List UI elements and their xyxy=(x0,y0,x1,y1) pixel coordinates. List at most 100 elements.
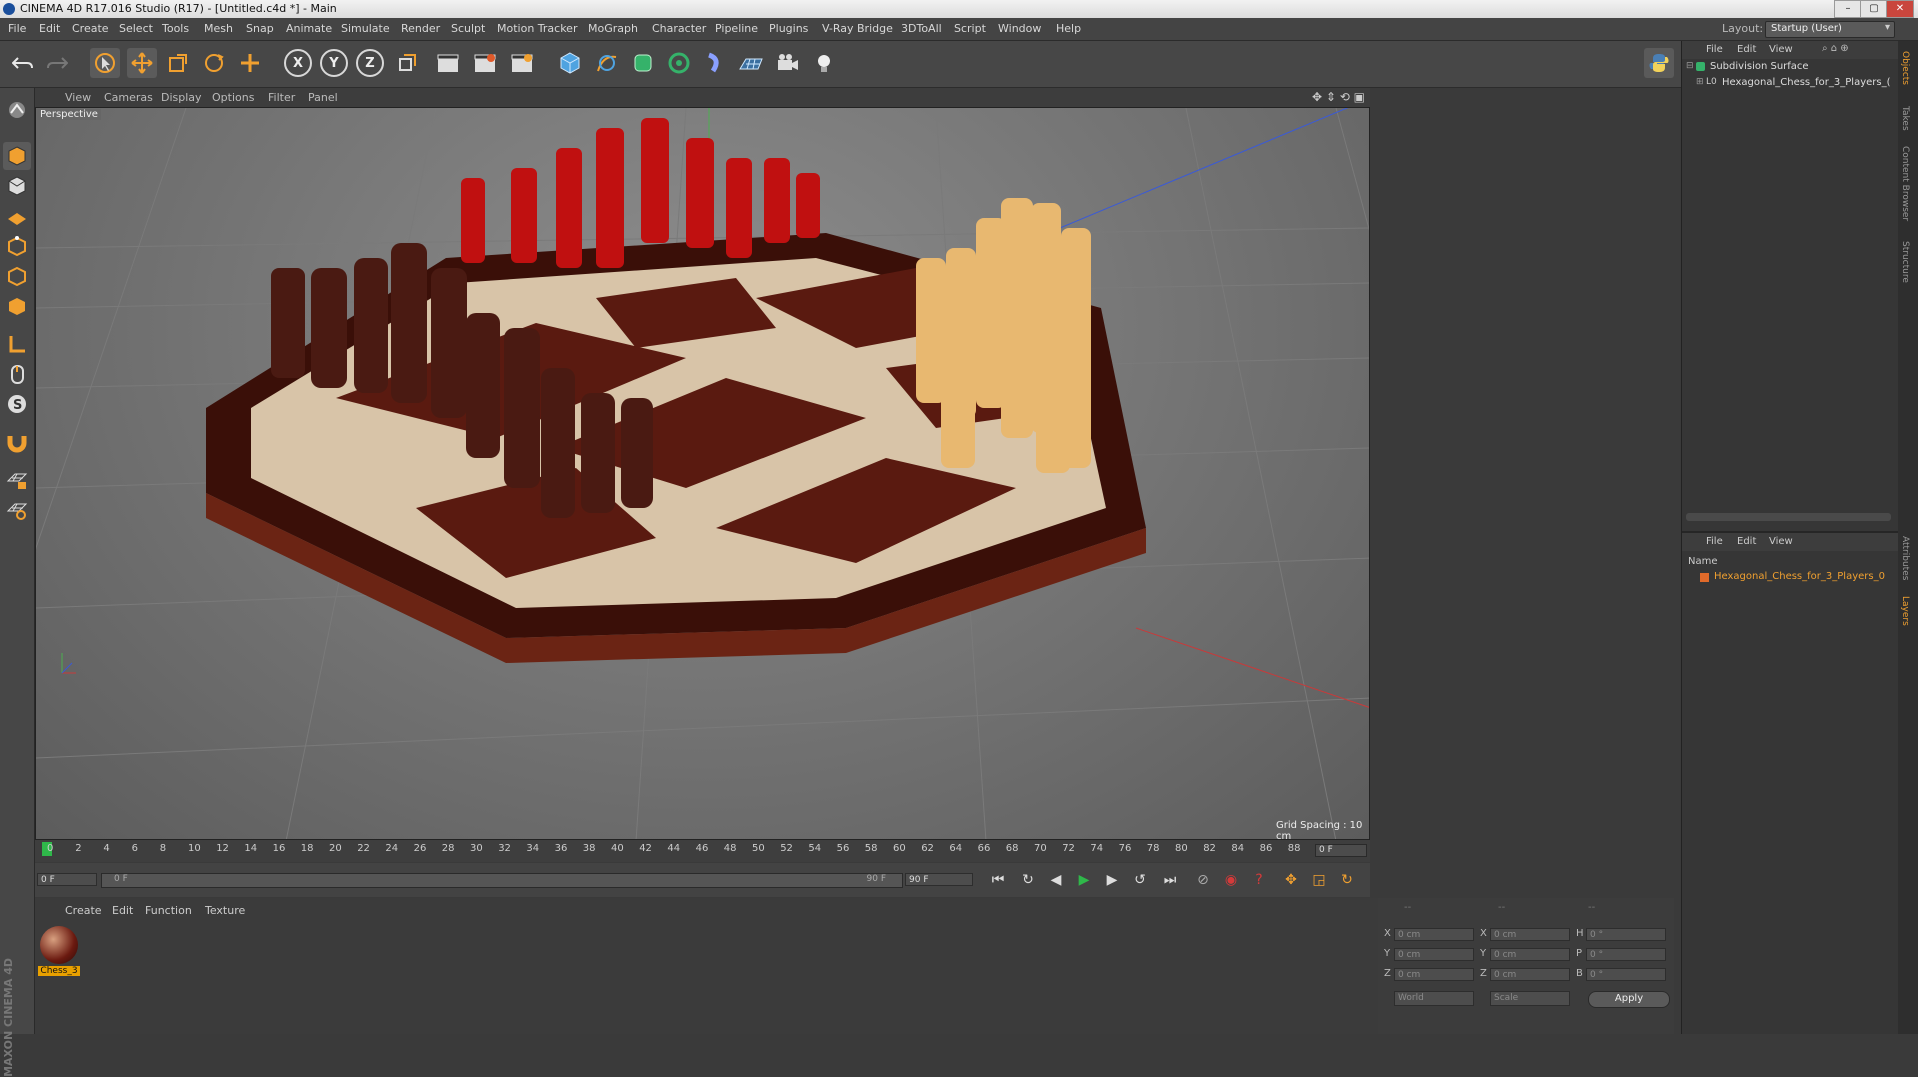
coordinate-mode-dropdown[interactable]: World xyxy=(1394,991,1474,1006)
viewport-menu-options[interactable]: Options xyxy=(212,91,254,104)
key-rotation-button[interactable]: ↻ xyxy=(1334,867,1360,893)
floor-button[interactable] xyxy=(736,48,766,78)
menu-snap[interactable]: Snap xyxy=(246,22,274,35)
size-y-field[interactable]: 0 cm xyxy=(1490,948,1570,961)
menu-mograph[interactable]: MoGraph xyxy=(588,22,638,35)
end-frame-field[interactable]: 90 F xyxy=(905,873,973,886)
menu-script[interactable]: Script xyxy=(954,22,986,35)
layers-menu-file[interactable]: File xyxy=(1706,536,1723,547)
edges-mode-button[interactable] xyxy=(3,262,31,290)
size-z-field[interactable]: 0 cm xyxy=(1490,968,1570,981)
move-tool-button[interactable] xyxy=(127,48,157,78)
viewport-menu-view[interactable]: View xyxy=(65,91,91,104)
material-menu-texture[interactable]: Texture xyxy=(205,904,245,917)
scale-tool-button[interactable] xyxy=(163,48,193,78)
viewport-navigation-icons[interactable]: ✥ ⇕ ⟲ ▣ xyxy=(1312,90,1365,104)
pos-z-field[interactable]: 0 cm xyxy=(1394,968,1474,981)
key-position-button[interactable]: ✥ xyxy=(1278,867,1304,893)
menu-3dtoall[interactable]: 3DToAll xyxy=(901,22,942,35)
live-selection-button[interactable] xyxy=(90,48,120,78)
maximize-button[interactable]: ▢ xyxy=(1860,0,1888,18)
tweak-mode-button[interactable] xyxy=(3,360,31,388)
x-axis-button[interactable]: X xyxy=(283,48,313,78)
tab-structure[interactable]: Structure xyxy=(1900,241,1910,283)
object-row-subdivision-surface[interactable]: ⊟ Subdivision Surface xyxy=(1686,61,1896,75)
objects-search-icon[interactable]: ⌕ ⌂ ⊕ xyxy=(1822,43,1849,54)
make-editable-button[interactable] xyxy=(3,96,31,124)
spline-pen-button[interactable] xyxy=(592,48,622,78)
menu-help[interactable]: Help xyxy=(1056,22,1081,35)
next-key-button[interactable]: ↺ xyxy=(1127,867,1153,893)
objects-menu-edit[interactable]: Edit xyxy=(1737,44,1756,55)
perspective-viewport[interactable]: Perspective Grid Spacing : 10 cm xyxy=(35,107,1370,840)
redo-button[interactable] xyxy=(42,48,72,78)
objects-menu-view[interactable]: View xyxy=(1769,44,1793,55)
layer-row[interactable]: Hexagonal_Chess_for_3_Players_0 xyxy=(1696,571,1896,585)
size-x-field[interactable]: 0 cm xyxy=(1490,928,1570,941)
viewport-menu-filter[interactable]: Filter xyxy=(268,91,295,104)
menu-vray-bridge[interactable]: V-Ray Bridge xyxy=(822,22,893,35)
light-button[interactable] xyxy=(809,48,839,78)
material-swatch-chess-3[interactable]: Chess_3 xyxy=(38,926,80,981)
object-row-hexagonal-chess[interactable]: ⊞ L0 Hexagonal_Chess_for_3_Players_( xyxy=(1696,77,1896,91)
expand-icon[interactable]: ⊞ xyxy=(1696,77,1704,87)
tab-objects[interactable]: Objects xyxy=(1900,51,1910,85)
viewport-menu-display[interactable]: Display xyxy=(161,91,202,104)
keyframe-selection-button[interactable]: ⊘ xyxy=(1190,867,1216,893)
record-button[interactable]: ◉ xyxy=(1218,867,1244,893)
solo-button[interactable]: S xyxy=(3,390,31,418)
objects-menu-file[interactable]: File xyxy=(1706,44,1723,55)
tab-content-browser[interactable]: Content Browser xyxy=(1900,146,1910,221)
next-frame-button[interactable]: ▶ xyxy=(1099,867,1125,893)
previous-frame-button[interactable]: ◀ xyxy=(1043,867,1069,893)
planar-workplane-button[interactable] xyxy=(3,496,31,524)
apply-button[interactable]: Apply xyxy=(1588,991,1670,1008)
model-mode-button[interactable] xyxy=(3,142,31,170)
enable-axis-button[interactable] xyxy=(3,330,31,358)
menu-edit[interactable]: Edit xyxy=(39,22,60,35)
go-to-end-button[interactable]: ⏭ xyxy=(1157,867,1183,893)
material-menu-function[interactable]: Function xyxy=(145,904,192,917)
frame-range-slider[interactable]: 0 F 90 F xyxy=(101,873,903,888)
play-button[interactable]: ▶ xyxy=(1071,867,1097,893)
expand-icon[interactable]: ⊟ xyxy=(1686,61,1694,71)
workplane-mode-button[interactable] xyxy=(3,202,31,230)
tab-takes[interactable]: Takes xyxy=(1900,106,1910,131)
autokey-button[interactable]: ? xyxy=(1246,867,1272,893)
z-axis-button[interactable]: Z xyxy=(355,48,385,78)
render-view-button[interactable] xyxy=(433,48,463,78)
rotate-tool-button[interactable] xyxy=(199,48,229,78)
layers-menu-edit[interactable]: Edit xyxy=(1737,536,1756,547)
viewport-menu-cameras[interactable]: Cameras xyxy=(104,91,153,104)
y-axis-button[interactable]: Y xyxy=(319,48,349,78)
menu-mesh[interactable]: Mesh xyxy=(204,22,233,35)
close-button[interactable]: ✕ xyxy=(1886,0,1914,18)
tab-attributes[interactable]: Attributes xyxy=(1900,536,1910,580)
pos-y-field[interactable]: 0 cm xyxy=(1394,948,1474,961)
render-picture-viewer-button[interactable] xyxy=(470,48,500,78)
polygons-mode-button[interactable] xyxy=(3,292,31,320)
menu-render[interactable]: Render xyxy=(401,22,440,35)
coordinate-system-button[interactable] xyxy=(392,48,422,78)
render-settings-button[interactable] xyxy=(507,48,537,78)
menu-tools[interactable]: Tools xyxy=(162,22,189,35)
menu-pipeline[interactable]: Pipeline xyxy=(715,22,758,35)
menu-simulate[interactable]: Simulate xyxy=(341,22,390,35)
texture-mode-button[interactable] xyxy=(3,172,31,200)
minimize-button[interactable]: – xyxy=(1834,0,1862,18)
menu-file[interactable]: File xyxy=(8,22,26,35)
deformer-button[interactable] xyxy=(700,48,730,78)
lock-workplane-button[interactable] xyxy=(3,466,31,494)
tab-layers[interactable]: Layers xyxy=(1900,596,1910,626)
rot-b-field[interactable]: 0 ° xyxy=(1586,968,1666,981)
material-menu-create[interactable]: Create xyxy=(65,904,102,917)
menu-animate[interactable]: Animate xyxy=(286,22,332,35)
start-frame-field[interactable]: 0 F xyxy=(37,873,97,886)
python-button[interactable] xyxy=(1644,48,1674,78)
viewport-menu-panel[interactable]: Panel xyxy=(308,91,338,104)
material-menu-edit[interactable]: Edit xyxy=(112,904,133,917)
menu-character[interactable]: Character xyxy=(652,22,706,35)
layout-dropdown[interactable]: Startup (User) ▾ xyxy=(1765,21,1895,38)
objects-horizontal-scrollbar[interactable] xyxy=(1686,513,1891,521)
go-to-start-button[interactable]: ⏮ xyxy=(985,867,1011,893)
